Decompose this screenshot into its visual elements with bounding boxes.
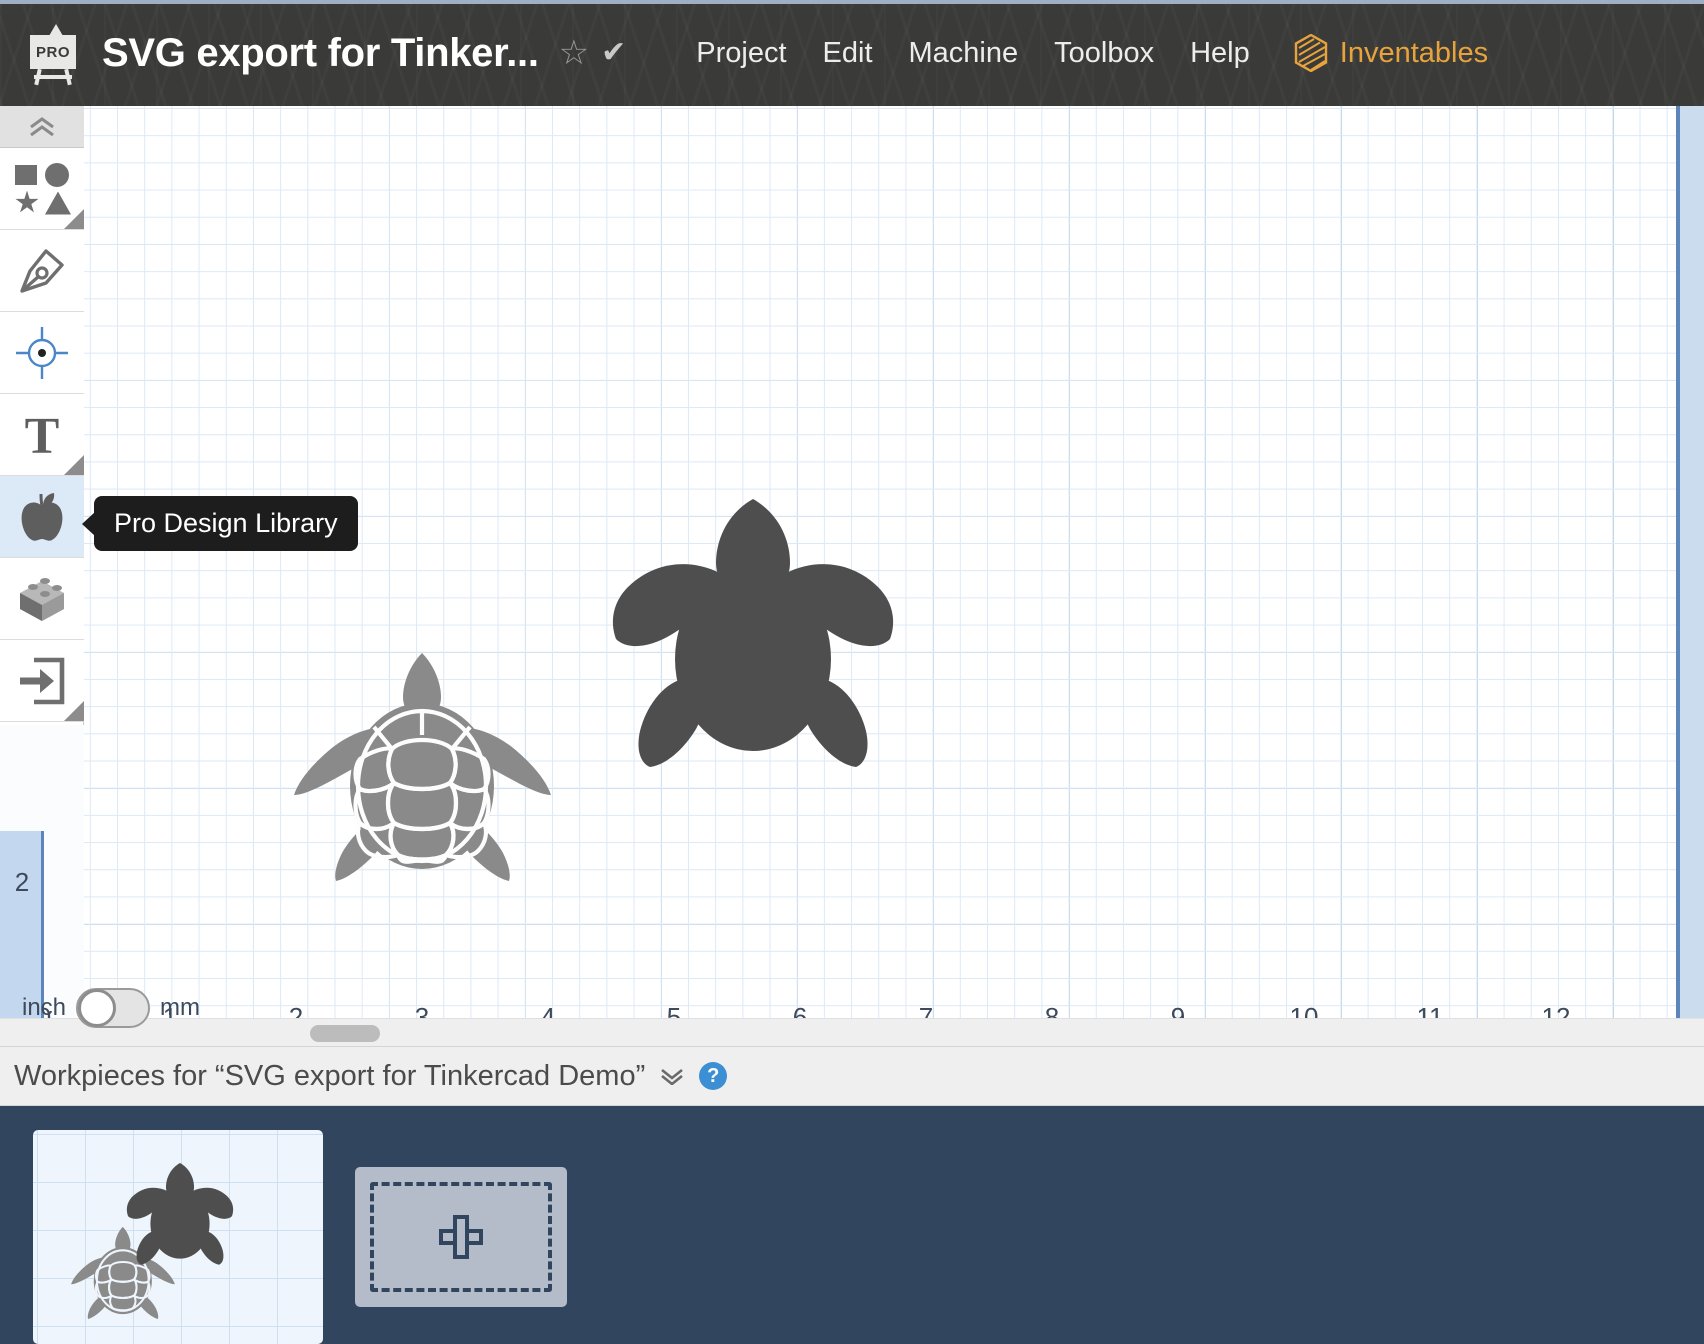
toolbar-item-import[interactable] <box>0 640 84 722</box>
easel-pro-label: PRO <box>30 35 76 69</box>
sea-turtle-detailed[interactable] <box>290 631 555 891</box>
menu-item-machine[interactable]: Machine <box>909 37 1019 70</box>
design-canvas[interactable]: 0 1 2 3 4 5 6 7 8 9 10 11 12 2 inch mm <box>0 106 1704 1034</box>
import-arrow-icon <box>20 657 65 704</box>
double-chevron-up-icon <box>30 116 54 136</box>
page-title[interactable]: SVG export for Tinker... <box>102 31 539 76</box>
text-t-icon: T <box>25 411 60 459</box>
inventables-label: Inventables <box>1339 36 1489 69</box>
apple-icon <box>21 492 63 541</box>
toolbar-item-text[interactable]: T <box>0 394 84 476</box>
check-icon: ✔ <box>601 36 627 69</box>
scrollbar-thumb[interactable] <box>310 1025 380 1042</box>
brick-icon <box>20 577 64 621</box>
canvas-horizontal-scrollbar[interactable] <box>0 1018 1704 1046</box>
toolbar-collapse-button[interactable] <box>0 106 84 148</box>
toolbar-item-pro-design-library[interactable] <box>0 476 84 558</box>
menu-item-project[interactable]: Project <box>696 37 786 70</box>
workpieces-bar: Workpieces for “SVG export for Tinkercad… <box>0 1046 1704 1106</box>
inventables-hex-icon <box>1294 34 1327 72</box>
app-root: PRO SVG export for Tinker... ☆ ✔ Project… <box>0 0 1704 1344</box>
units-label-mm: mm <box>160 994 201 1021</box>
toolbar-item-cut-center[interactable] <box>0 312 84 394</box>
tooltip: Pro Design Library <box>94 496 358 551</box>
workpieces-tray <box>0 1106 1704 1344</box>
easel-crossbar <box>34 75 72 79</box>
submenu-corner-indicator <box>64 209 84 229</box>
menu-item-toolbox[interactable]: Toolbox <box>1054 37 1154 70</box>
main-menu: Project Edit Machine Toolbox Help <box>696 37 1250 70</box>
units-toggle-knob <box>78 989 117 1027</box>
add-workpiece-dashed-frame <box>370 1182 552 1292</box>
submenu-corner-indicator <box>64 701 84 721</box>
toolbar-item-pen[interactable] <box>0 230 84 312</box>
left-toolbar: T <box>0 106 84 725</box>
menu-item-help[interactable]: Help <box>1190 37 1250 70</box>
units-toggle-group[interactable]: inch mm <box>22 988 200 1028</box>
plus-icon <box>439 1215 483 1259</box>
inventables-brand[interactable]: Inventables <box>1294 34 1488 72</box>
menu-item-edit[interactable]: Edit <box>823 37 873 70</box>
svg-text:T: T <box>25 411 60 459</box>
target-crosshair-icon <box>16 326 68 379</box>
help-circle-icon[interactable]: ? <box>699 1062 728 1090</box>
units-label-inch: inch <box>22 994 67 1021</box>
units-toggle[interactable] <box>76 988 151 1028</box>
app-header: PRO SVG export for Tinker... ☆ ✔ Project… <box>0 0 1704 106</box>
thumb-sea-turtle-silhouette <box>126 1163 234 1265</box>
easel-pro-icon[interactable]: PRO <box>20 18 86 88</box>
toolbar-item-app-store[interactable] <box>0 558 84 640</box>
sea-turtle-silhouette[interactable] <box>608 491 898 781</box>
toolbar-item-shapes[interactable] <box>0 148 84 230</box>
add-workpiece-button[interactable] <box>355 1167 567 1307</box>
double-chevron-down-icon[interactable] <box>659 1067 685 1085</box>
header-top-accent <box>0 0 1704 4</box>
shapes-icon <box>15 162 71 215</box>
canvas-right-margin <box>1680 106 1704 1034</box>
workpiece-thumbnail[interactable] <box>33 1130 323 1344</box>
star-outline-icon[interactable]: ☆ <box>559 36 589 70</box>
pen-tool-icon <box>20 248 64 293</box>
ruler-tick: 2 <box>14 867 30 897</box>
workpieces-title: Workpieces for “SVG export for Tinkercad… <box>14 1059 646 1092</box>
submenu-corner-indicator <box>64 455 84 475</box>
